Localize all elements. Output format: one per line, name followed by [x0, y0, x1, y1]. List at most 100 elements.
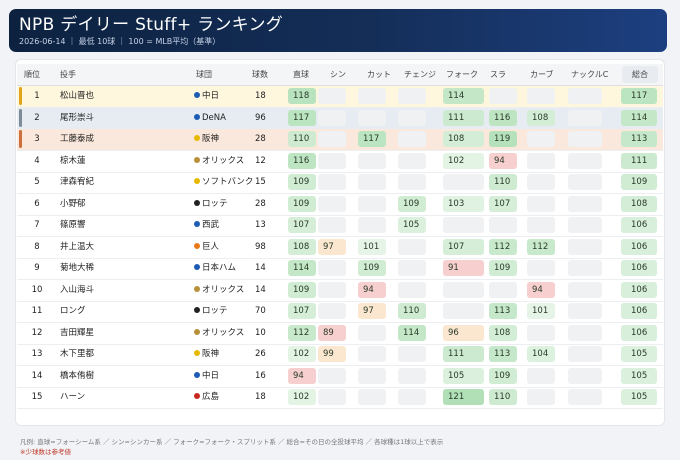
pitcher-name: 井上温大 — [60, 241, 95, 252]
stuff-score-cell — [527, 260, 555, 276]
col-slider-header[interactable]: スラ — [490, 66, 506, 83]
stuff-score-cell — [568, 109, 602, 126]
col-cutter-header[interactable]: カット — [367, 66, 391, 83]
stuff-score-cell — [568, 367, 602, 384]
pitcher-name: 篠原響 — [60, 220, 86, 230]
pitch-count: 12 — [255, 155, 266, 166]
col-rank-header[interactable]: 順位 — [24, 66, 40, 83]
team-name: 中日 — [202, 370, 220, 381]
ranking-row[interactable]: 6 小野郁 ロッテ 28 109 109 103 107 108 — [17, 194, 663, 216]
ranking-row[interactable]: 3 工藤泰成 阪神 28 110 117 108 119 113 — [17, 129, 663, 151]
stuff-score-cell — [568, 238, 602, 255]
stuff-score-cell — [358, 152, 386, 169]
team-name: オリックス — [202, 155, 245, 166]
stuff-score-cell: 94 — [489, 152, 517, 169]
stuff-score-cell — [527, 174, 555, 190]
pitch-count: 70 — [255, 306, 266, 316]
col-team-header[interactable]: 球団 — [196, 66, 212, 83]
stuff-score-cell: 107 — [288, 303, 316, 319]
stuff-score-cell: 89 — [318, 324, 346, 341]
col-curve-header[interactable]: カーブ — [530, 66, 554, 83]
pitch-count: 16 — [255, 370, 266, 381]
stuff-score-cell — [318, 367, 346, 384]
col-sinker-header[interactable]: シン — [330, 66, 346, 83]
stuff-score-cell: 109 — [288, 174, 316, 190]
total-score-cell: 117 — [621, 88, 657, 104]
stuff-score-cell: 113 — [489, 346, 517, 362]
team-cell: ソフトバンク — [194, 172, 253, 193]
ranking-row[interactable]: 2 尾形崇斗 DeNA 96 117 111 116 108 114 — [17, 107, 663, 130]
rank-cell: 7 — [34, 220, 40, 230]
team-cell: 広島 — [194, 387, 219, 408]
stuff-score-cell — [489, 217, 517, 233]
pitch-count: 28 — [255, 198, 266, 209]
team-color-dot — [194, 285, 200, 292]
pitcher-name: 津森宥紀 — [60, 177, 95, 187]
stuff-score-cell: 111 — [443, 109, 484, 126]
stuff-score-cell: 111 — [443, 346, 484, 362]
stuff-score-cell: 114 — [398, 324, 426, 341]
team-name: 日本ハム — [202, 263, 237, 273]
rank-cell: 12 — [31, 327, 43, 338]
col-changeup-header[interactable]: チェンジ — [404, 66, 436, 83]
team-name: オリックス — [202, 284, 245, 295]
stuff-score-cell: 102 — [288, 346, 316, 362]
col-pitches-header[interactable]: 球数 — [252, 66, 268, 83]
ranking-row[interactable]: 8 井上温大 巨人 98 108 97 101 107 112 112 106 — [17, 237, 663, 259]
stuff-score-cell: 117 — [288, 109, 316, 126]
stuff-score-cell — [398, 389, 426, 405]
stuff-score-cell — [398, 152, 426, 169]
stuff-score-cell — [489, 88, 517, 104]
col-fork-header[interactable]: フォーク — [446, 66, 478, 83]
ranking-row[interactable]: 11 ロング ロッテ 70 107 97 110 113 101 106 — [17, 301, 663, 323]
ranking-row[interactable]: 12 吉田輝星 オリックス 10 112 89 114 96 108 106 — [17, 323, 663, 345]
ranking-row[interactable]: 15 ハーン 広島 18 102 121 110 105 — [17, 387, 663, 409]
stuff-score-cell: 116 — [288, 152, 316, 169]
total-score-cell: 106 — [621, 217, 657, 233]
stuff-score-cell: 108 — [489, 324, 517, 341]
ranking-row[interactable]: 9 菊地大稀 日本ハム 14 114 109 91 109 106 — [17, 258, 663, 280]
ranking-row[interactable]: 7 篠原響 西武 13 107 105 106 — [17, 215, 663, 237]
stuff-score-cell — [398, 281, 426, 298]
stuff-score-cell — [398, 238, 426, 255]
stuff-score-cell: 107 — [489, 195, 517, 212]
total-score-cell: 113 — [621, 131, 657, 147]
ranking-row[interactable]: 5 津森宥紀 ソフトバンク 15 109 110 109 — [17, 172, 663, 194]
stuff-score-cell: 112 — [489, 238, 517, 255]
team-color-dot — [194, 92, 200, 98]
team-cell: DeNA — [194, 108, 226, 129]
stuff-score-cell — [318, 260, 346, 276]
pitcher-name: ロング — [60, 306, 86, 316]
total-score-cell: 108 — [621, 195, 657, 212]
col-fastball-header[interactable]: 直球 — [293, 66, 309, 83]
pitcher-name: 菊地大稀 — [60, 263, 95, 273]
ranking-row[interactable]: 13 木下里都 阪神 26 102 99 111 113 104 105 — [17, 344, 663, 366]
stuff-score-cell: 110 — [489, 174, 517, 190]
col-total-header[interactable]: 総合 — [622, 66, 658, 83]
col-knuckle-curve-header[interactable]: ナックルC — [571, 66, 608, 83]
rank-cell: 3 — [34, 134, 40, 144]
stuff-score-cell — [358, 88, 386, 104]
page-title: NPB デイリー Stuff+ ランキング — [19, 15, 284, 35]
stuff-score-cell — [527, 88, 555, 104]
stuff-score-cell: 109 — [489, 367, 517, 384]
stuff-score-cell — [527, 152, 555, 169]
team-cell: オリックス — [194, 280, 244, 301]
ranking-row[interactable]: 14 橋本侑樹 中日 16 94 105 109 105 — [17, 366, 663, 388]
total-score-cell: 105 — [621, 346, 657, 362]
ranking-row[interactable]: 4 椋木蓮 オリックス 12 116 102 94 111 — [17, 151, 663, 173]
stuff-score-cell: 121 — [443, 389, 484, 405]
total-score-cell: 105 — [621, 367, 657, 384]
ranking-row[interactable]: 1 松山晋也 中日 18 118 114 117 — [17, 86, 663, 108]
stuff-score-cell — [398, 174, 426, 190]
ranking-row[interactable]: 10 入山海斗 オリックス 14 109 94 94 106 — [17, 280, 663, 302]
stuff-score-cell: 118 — [288, 88, 316, 104]
col-pitcher-header[interactable]: 投手 — [60, 66, 76, 83]
stuff-score-cell — [568, 281, 602, 298]
stuff-score-cell — [398, 109, 426, 126]
stuff-score-cell — [568, 324, 602, 341]
team-cell: オリックス — [194, 151, 244, 172]
team-color-dot — [194, 393, 200, 399]
stuff-score-cell: 102 — [288, 389, 316, 405]
rank-cell: 1 — [34, 91, 40, 101]
